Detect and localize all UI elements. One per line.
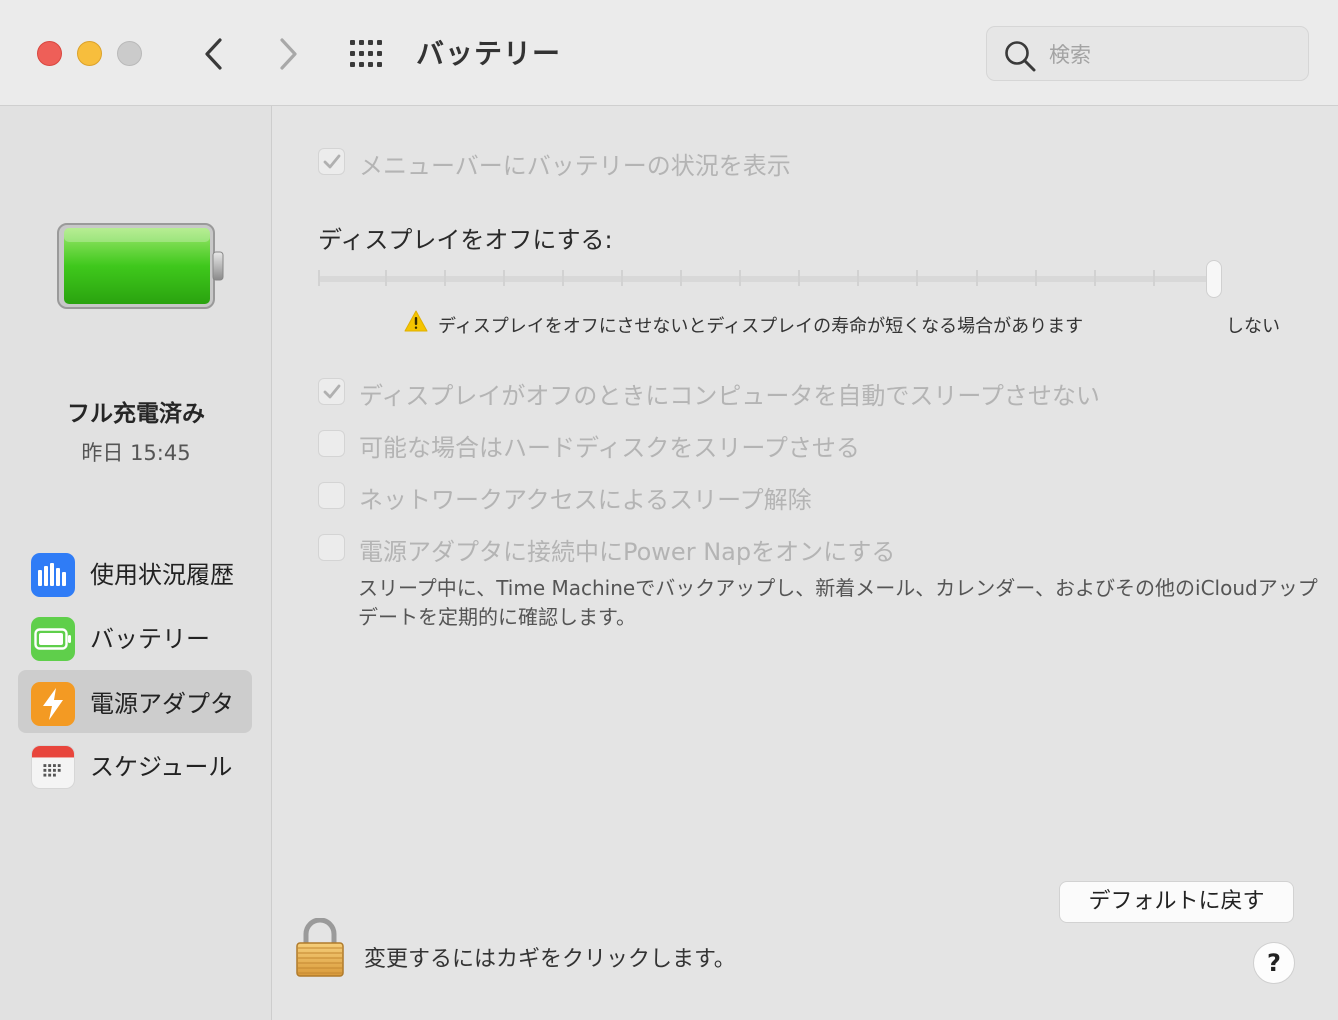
battery-level-icon <box>57 223 224 309</box>
slider-never-label: しない <box>1226 316 1280 337</box>
calendar-icon <box>31 745 75 789</box>
display-off-slider-knob[interactable] <box>1206 260 1222 298</box>
slider-tick <box>444 270 446 286</box>
display-warning-text: ディスプレイをオフにさせないとディスプレイの寿命が短くなる場合があります <box>438 316 1084 337</box>
slider-tick <box>1153 270 1155 286</box>
slider-tick <box>318 270 320 286</box>
chevron-right-icon <box>280 38 297 70</box>
slider-tick <box>739 270 741 286</box>
close-button[interactable] <box>37 41 62 66</box>
checkmark-icon <box>323 384 340 398</box>
zoom-button[interactable] <box>117 41 142 66</box>
show-all-button[interactable] <box>348 38 388 70</box>
system-preferences-window: バッテリー 検索 フル充電済み 昨日 15:45 使用状況履歴 バッテリー 電源… <box>0 0 1338 1020</box>
grid-icon <box>350 40 382 67</box>
lock-icon[interactable] <box>294 918 346 978</box>
sidebar-item-label: バッテリー <box>90 625 210 653</box>
slider-tick <box>916 270 918 286</box>
sidebar-item-schedule[interactable]: スケジュール <box>18 733 252 796</box>
sidebar-item-label: スケジュール <box>90 753 233 781</box>
help-button[interactable]: ? <box>1253 942 1295 984</box>
charge-status: フル充電済み <box>67 401 205 427</box>
display-warning: ディスプレイをオフにさせないとディスプレイの寿命が短くなる場合があります <box>404 310 1083 338</box>
slider-tick <box>680 270 682 286</box>
power-nap-label: 電源アダプタに接続中にPower Napをオンにする <box>359 538 896 566</box>
charge-time: 昨日 15:45 <box>81 441 191 465</box>
main-panel: メニューバーにバッテリーの状況を表示 ディスプレイをオフにする: ディスプレイを… <box>272 106 1338 1020</box>
slider-tick <box>562 270 564 286</box>
sidebar-item-battery[interactable]: バッテリー <box>18 605 252 668</box>
lightning-bolt-icon <box>31 682 75 726</box>
slider-tick <box>621 270 623 286</box>
prevent-sleep-checkbox[interactable] <box>318 378 345 405</box>
display-off-label: ディスプレイをオフにする: <box>318 226 613 254</box>
sidebar: フル充電済み 昨日 15:45 使用状況履歴 バッテリー 電源アダプタ スケジュ… <box>0 106 272 1020</box>
wake-network-label: ネットワークアクセスによるスリープ解除 <box>359 486 812 514</box>
disk-sleep-checkbox[interactable] <box>318 430 345 457</box>
window-title: バッテリー <box>416 37 562 70</box>
show-in-menubar-checkbox[interactable] <box>318 148 345 175</box>
title-bar: バッテリー <box>0 0 1338 106</box>
disk-sleep-label: 可能な場合はハードディスクをスリープさせる <box>359 434 860 462</box>
search-icon <box>1005 41 1036 72</box>
back-button[interactable] <box>194 34 234 74</box>
sidebar-item-label: 使用状況履歴 <box>90 561 234 589</box>
slider-tick <box>857 270 859 286</box>
checkmark-icon <box>323 154 340 168</box>
slider-tick <box>385 270 387 286</box>
battery-icon <box>31 617 75 661</box>
prevent-sleep-label: ディスプレイがオフのときにコンピュータを自動でスリープさせない <box>359 382 1100 410</box>
slider-tick <box>798 270 800 286</box>
restore-defaults-button[interactable]: デフォルトに戻す <box>1059 881 1294 923</box>
search-input[interactable] <box>1047 37 1291 73</box>
bar-chart-icon <box>31 553 75 597</box>
sidebar-item-usage-history[interactable]: 使用状況履歴 <box>18 541 252 604</box>
show-in-menubar-label: メニューバーにバッテリーの状況を表示 <box>359 152 791 180</box>
power-nap-checkbox[interactable] <box>318 534 345 561</box>
slider-tick <box>1035 270 1037 286</box>
display-off-slider-track[interactable] <box>318 276 1214 282</box>
slider-tick <box>976 270 978 286</box>
forward-button[interactable] <box>268 34 308 74</box>
chevron-left-icon <box>205 38 222 70</box>
slider-tick <box>1094 270 1096 286</box>
sidebar-item-power-adapter[interactable]: 電源アダプタ <box>18 670 252 733</box>
search-field[interactable] <box>986 26 1309 81</box>
wake-network-checkbox[interactable] <box>318 482 345 509</box>
minimize-button[interactable] <box>77 41 102 66</box>
power-nap-description: スリープ中に、Time Machineでバックアップし、新着メール、カレンダー、… <box>358 576 1318 629</box>
slider-tick <box>503 270 505 286</box>
sidebar-item-label: 電源アダプタ <box>90 690 234 718</box>
warning-icon <box>404 310 428 332</box>
lock-message: 変更するにはカギをクリックします。 <box>364 947 736 972</box>
